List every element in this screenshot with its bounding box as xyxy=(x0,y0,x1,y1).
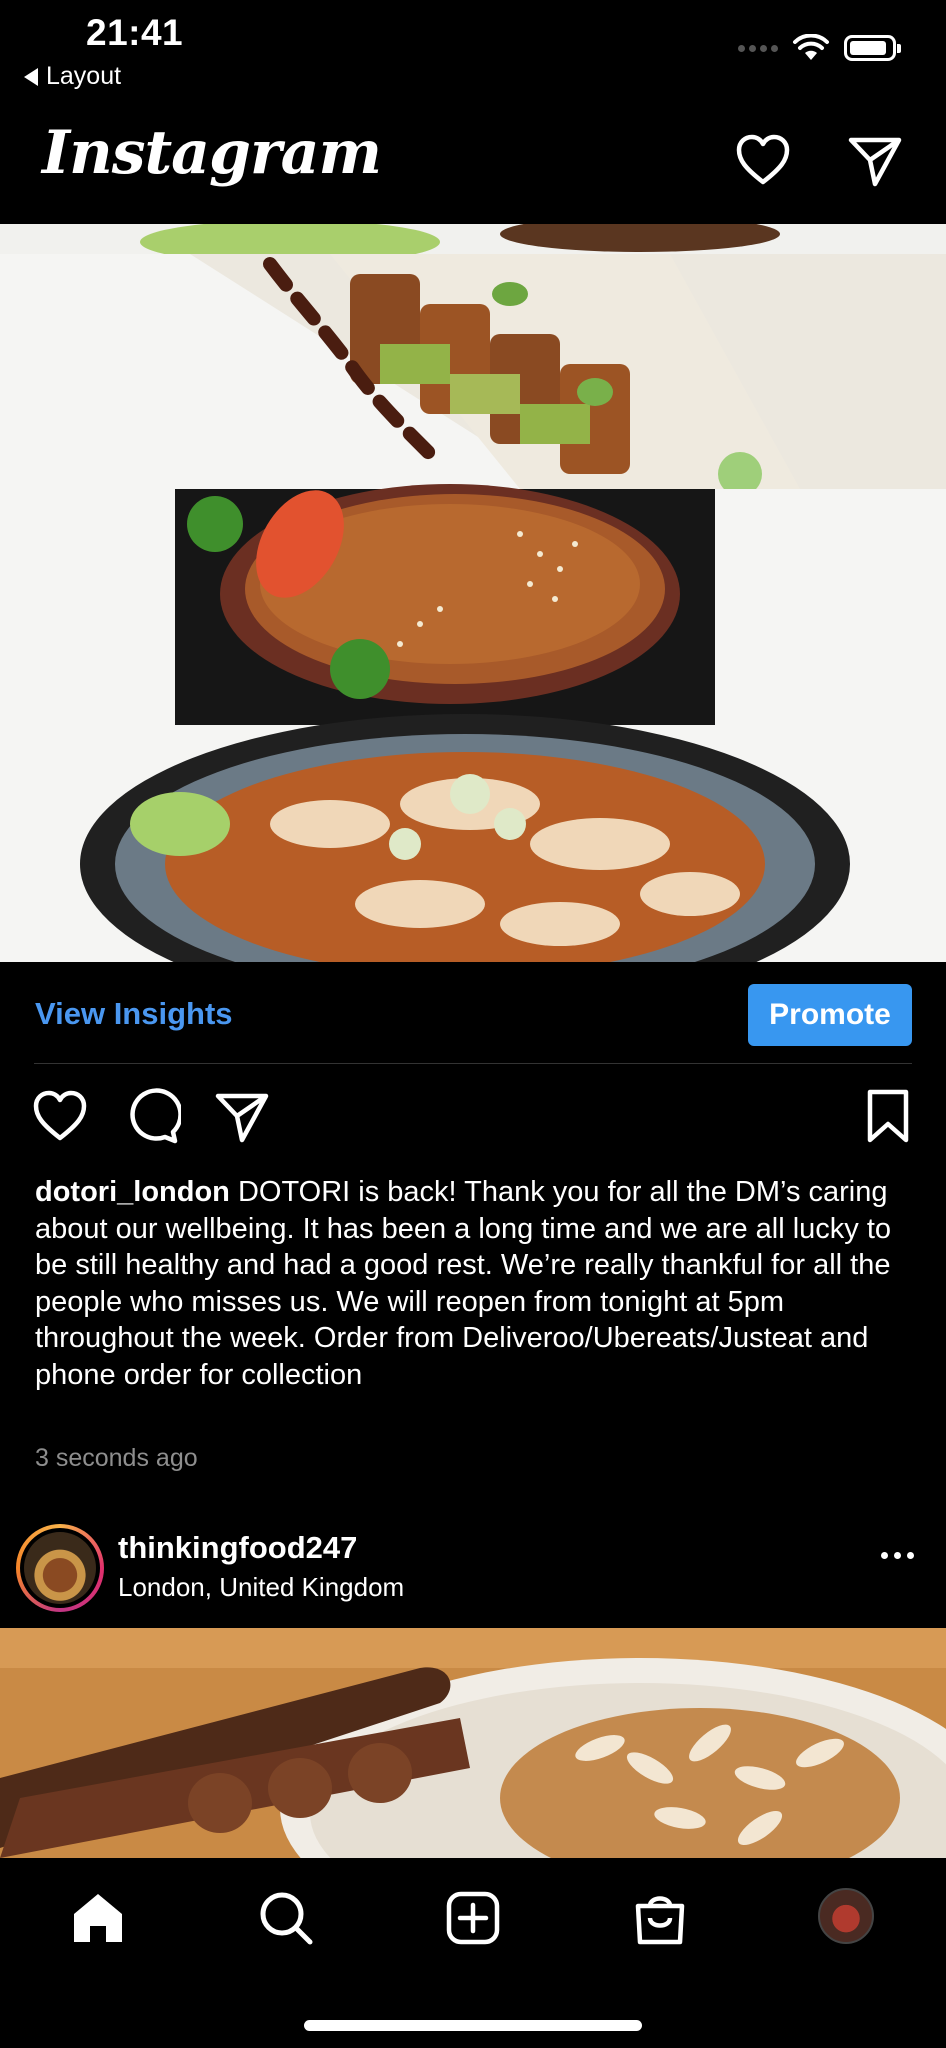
status-icons xyxy=(738,34,901,62)
promote-button[interactable]: Promote xyxy=(748,984,912,1046)
app-header: Instagram xyxy=(0,100,946,224)
status-time: 21:41 xyxy=(86,12,184,53)
status-bar: 21:41 Layout xyxy=(0,0,946,100)
next-post-username[interactable]: thinkingfood247 xyxy=(118,1530,357,1566)
signal-icon xyxy=(738,44,778,52)
wifi-icon xyxy=(793,34,829,60)
search-icon[interactable] xyxy=(256,1888,316,1948)
back-label: Layout xyxy=(46,62,122,90)
back-to-app-button[interactable]: Layout xyxy=(24,62,121,91)
next-post-location[interactable]: London, United Kingdom xyxy=(118,1572,404,1603)
caption-text: DOTORI is back! Thank you for all the DM… xyxy=(35,1176,892,1391)
battery-icon xyxy=(844,35,901,61)
post-image[interactable] xyxy=(0,224,946,962)
like-icon[interactable] xyxy=(30,1086,90,1146)
avatar-image xyxy=(24,1532,96,1604)
save-icon[interactable] xyxy=(858,1086,918,1146)
next-post-image[interactable] xyxy=(0,1628,946,1858)
profile-avatar[interactable] xyxy=(818,1888,874,1944)
post-actions xyxy=(0,1086,946,1156)
tab-bar xyxy=(0,1858,946,2048)
shop-icon[interactable] xyxy=(630,1888,690,1948)
divider xyxy=(34,1063,912,1064)
dessert-image xyxy=(0,1628,946,1858)
comment-icon[interactable] xyxy=(121,1086,181,1146)
view-insights-link[interactable]: View Insights xyxy=(35,996,233,1032)
new-post-icon[interactable] xyxy=(443,1888,503,1948)
food-collage-image xyxy=(0,224,946,962)
instagram-logo: Instagram xyxy=(42,118,382,188)
post-caption: dotori_london DOTORI is back! Thank you … xyxy=(35,1174,913,1393)
avatar[interactable] xyxy=(16,1524,104,1612)
post-timestamp: 3 seconds ago xyxy=(35,1444,198,1472)
more-options-icon[interactable] xyxy=(881,1552,914,1559)
share-icon[interactable] xyxy=(212,1086,272,1146)
home-icon[interactable] xyxy=(68,1888,128,1948)
direct-message-icon[interactable] xyxy=(845,130,905,190)
caption-username[interactable]: dotori_london xyxy=(35,1176,230,1208)
home-indicator[interactable] xyxy=(304,2020,642,2031)
insights-bar: View Insights Promote xyxy=(0,962,946,1064)
heart-icon[interactable] xyxy=(733,130,793,190)
back-triangle-icon xyxy=(24,67,38,86)
next-post-header: thinkingfood247 London, United Kingdom xyxy=(0,1516,946,1628)
